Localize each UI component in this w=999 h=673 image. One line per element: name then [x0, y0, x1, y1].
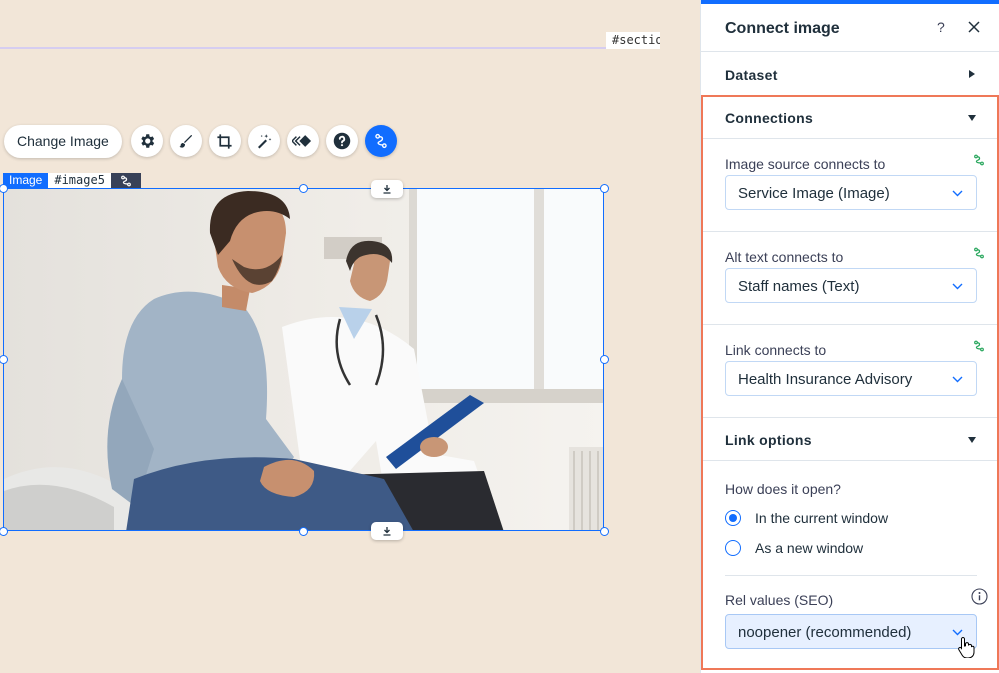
link-field: Link connects to Health Insurance Adviso…: [701, 325, 999, 418]
section-tag: #sectio: [606, 32, 660, 49]
close-icon[interactable]: [967, 20, 981, 34]
chevron-down-icon: [952, 190, 963, 197]
crop-icon: [217, 133, 232, 149]
element-id-label: #image5: [48, 173, 111, 188]
link-options-title: Link options: [725, 432, 812, 448]
collapse-arrow-icon: [968, 437, 976, 443]
info-icon[interactable]: [971, 588, 988, 605]
alt-text-dropdown[interactable]: Staff names (Text): [725, 268, 977, 303]
resize-handle-right[interactable]: [600, 355, 609, 364]
stretch-handle-top[interactable]: [371, 180, 403, 198]
panel-header: Connect image ?: [701, 4, 999, 52]
connect-data-icon: [121, 175, 131, 186]
gear-icon: [141, 134, 155, 148]
link-label: Link connects to: [725, 342, 827, 358]
dataset-section-title: Dataset: [725, 67, 778, 83]
radio-button-checked[interactable]: [725, 510, 741, 526]
connect-data-button[interactable]: [364, 125, 397, 157]
doctor-patient-photo: [4, 189, 603, 530]
selected-image[interactable]: [3, 188, 604, 531]
chevron-down-icon: [952, 629, 963, 636]
magic-wand-icon: [257, 134, 272, 149]
resize-handle-bottom-left[interactable]: [0, 527, 8, 536]
connected-badge: [110, 173, 141, 188]
connected-icon: [974, 247, 984, 259]
hand-pointer-cursor-icon: [958, 636, 975, 658]
help-icon: [333, 132, 351, 150]
dataset-section-header[interactable]: Dataset: [701, 53, 999, 96]
link-value: Health Insurance Advisory: [738, 371, 913, 388]
resize-handle-top-right[interactable]: [600, 184, 609, 193]
link-options-header[interactable]: Link options: [701, 418, 999, 461]
connected-icon: [974, 154, 984, 166]
editor-canvas[interactable]: #sectio Change Image Image #image5: [0, 0, 660, 673]
image-source-field: Image source connects to Service Image (…: [701, 139, 999, 232]
link-dropdown[interactable]: Health Insurance Advisory: [725, 361, 977, 396]
panel-title: Connect image: [725, 20, 840, 37]
design-button[interactable]: [169, 125, 202, 157]
image-source-value: Service Image (Image): [738, 185, 890, 202]
panel-help-button[interactable]: ?: [937, 19, 945, 35]
alt-text-label: Alt text connects to: [725, 249, 844, 265]
download-icon: [383, 527, 391, 536]
connected-icon: [974, 340, 984, 352]
brush-icon: [179, 135, 192, 148]
section-boundary-line: [0, 47, 660, 49]
rel-values-value: noopener (recommended): [738, 624, 912, 641]
change-image-button[interactable]: Change Image: [4, 124, 122, 158]
expand-arrow-icon: [969, 70, 975, 78]
radio-current-window[interactable]: In the current window: [725, 509, 888, 527]
animation-icon: [291, 135, 311, 147]
connections-section-header[interactable]: Connections: [701, 96, 999, 139]
rel-values-dropdown[interactable]: noopener (recommended): [725, 614, 977, 649]
rel-values-label: Rel values (SEO): [725, 592, 834, 608]
settings-button[interactable]: [130, 125, 163, 157]
radio-new-window[interactable]: As a new window: [725, 539, 863, 557]
image-toolbar: Change Image: [4, 124, 404, 158]
chevron-down-icon: [952, 283, 963, 290]
radio-current-window-label: In the current window: [755, 510, 889, 526]
resize-handle-bottom-right[interactable]: [600, 527, 609, 536]
crop-button[interactable]: [208, 125, 241, 157]
element-type-label: Image: [3, 173, 49, 188]
open-behavior-question: How does it open?: [725, 481, 841, 497]
chevron-down-icon: [952, 376, 963, 383]
resize-handle-top[interactable]: [299, 184, 308, 193]
enhance-button[interactable]: [247, 125, 280, 157]
image-source-dropdown[interactable]: Service Image (Image): [725, 175, 977, 210]
collapse-arrow-icon: [968, 115, 976, 121]
alt-text-value: Staff names (Text): [738, 278, 860, 295]
radio-new-window-label: As a new window: [755, 540, 864, 556]
download-icon: [383, 185, 391, 194]
element-label: Image #image5: [3, 173, 141, 188]
divider: [725, 575, 977, 576]
resize-handle-bottom[interactable]: [299, 527, 308, 536]
connections-section-title: Connections: [725, 110, 814, 126]
animation-button[interactable]: [286, 125, 319, 157]
connect-data-icon: [375, 133, 387, 149]
radio-button[interactable]: [725, 540, 741, 556]
stretch-handle-bottom[interactable]: [371, 522, 403, 540]
alt-text-field: Alt text connects to Staff names (Text): [701, 232, 999, 325]
connect-image-panel: Connect image ? Dataset Connections Imag…: [700, 0, 999, 673]
image-source-label: Image source connects to: [725, 156, 886, 172]
help-button[interactable]: [325, 125, 358, 157]
